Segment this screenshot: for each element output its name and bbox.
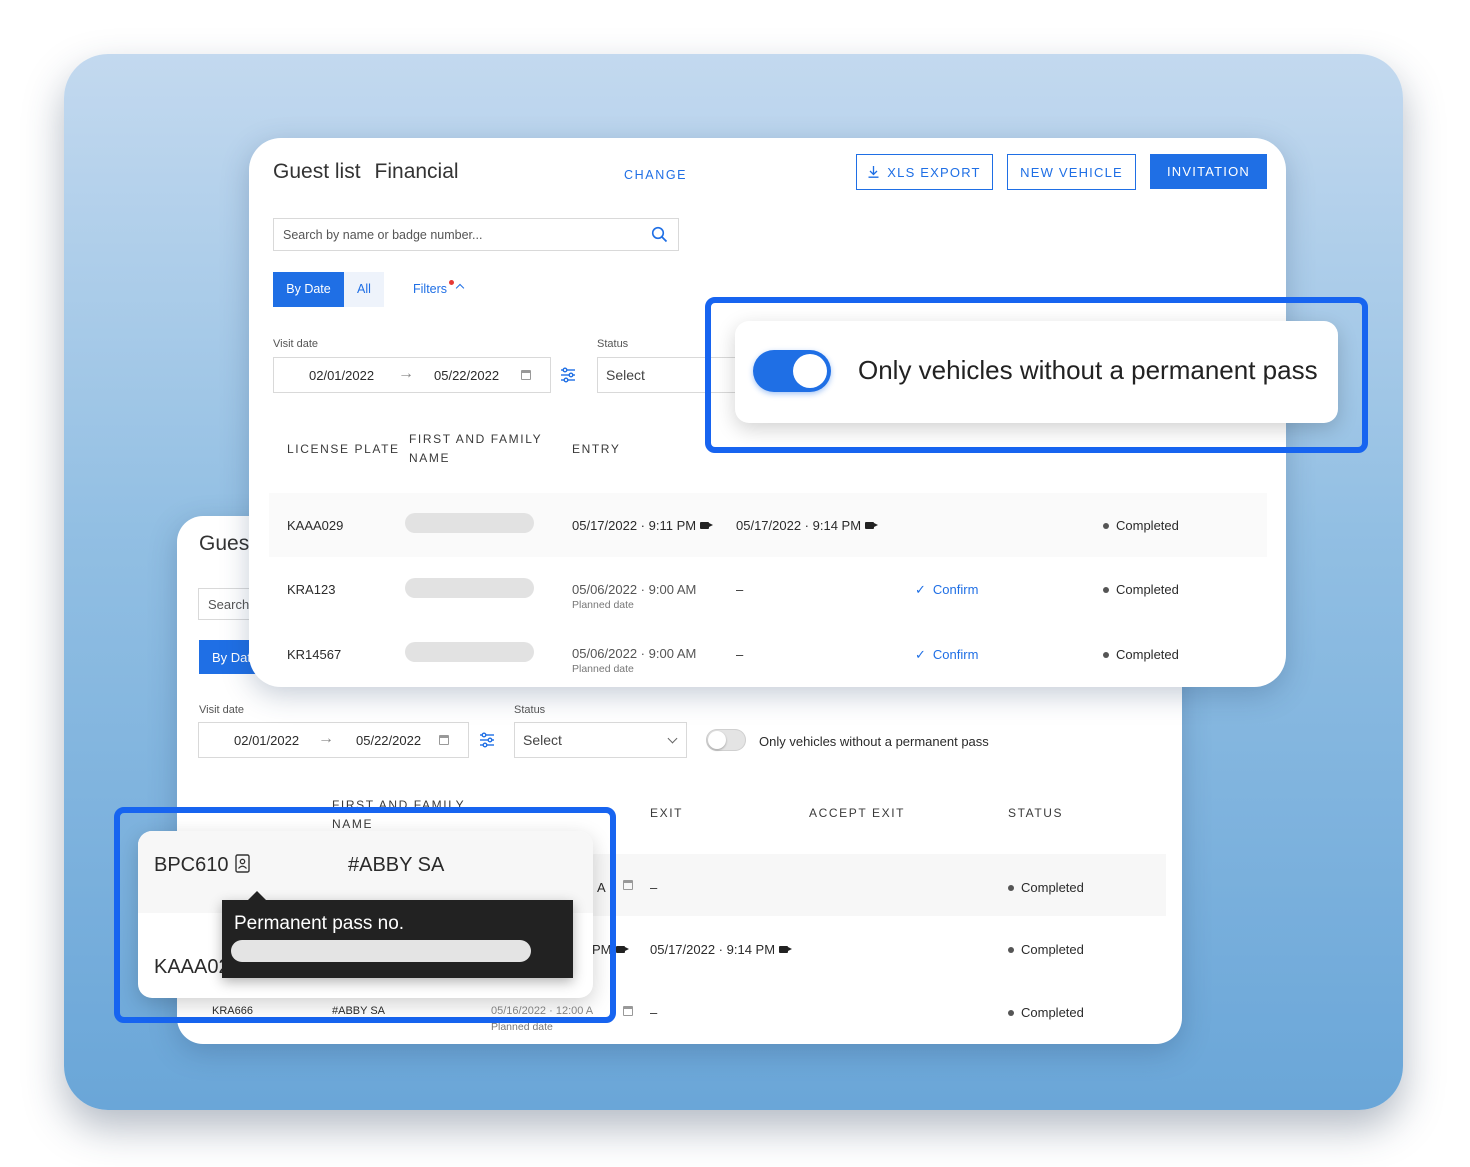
col-header-accept-exit: ACCEPT EXIT <box>809 806 906 820</box>
confirm-link[interactable]: ✓ Confirm <box>915 582 978 598</box>
status-label: Status <box>597 338 629 350</box>
confirm-link[interactable]: ✓ Confirm <box>915 647 978 663</box>
permanent-pass-toggle-on[interactable] <box>753 350 831 392</box>
pass-number-redacted <box>231 940 531 962</box>
tab-all[interactable]: All <box>344 272 384 307</box>
new-vehicle-button[interactable]: NEW VEHICLE <box>1007 154 1136 190</box>
status-badge: Completed <box>1008 880 1084 895</box>
entry-value: 05/17/2022 · 9:11 PM <box>572 518 714 533</box>
xls-export-button[interactable]: XLS EXPORT <box>856 154 993 190</box>
toggle-label: Only vehicles without a permanent pass <box>759 734 989 749</box>
filter-settings-icon[interactable] <box>560 367 576 383</box>
status-label: Status <box>514 704 546 716</box>
invitation-button[interactable]: INVITATION <box>1150 154 1267 189</box>
col-header-entry: ENTRY <box>572 442 621 456</box>
chevron-down-icon <box>667 733 678 744</box>
plate-value: KRA123 <box>287 582 336 597</box>
permanent-pass-toggle-off[interactable] <box>706 729 746 751</box>
chevron-up-icon <box>455 283 465 293</box>
entry-sub: Planned date <box>572 663 634 675</box>
status-badge: Completed <box>1103 647 1179 662</box>
calendar-icon[interactable] <box>439 735 449 745</box>
camera-icon <box>615 946 629 954</box>
plate-value: BPC610 <box>154 854 229 876</box>
download-icon <box>868 166 879 178</box>
status-badge: Completed <box>1103 582 1179 597</box>
visit-date-label: Visit date <box>199 704 245 716</box>
visit-date-label: Visit date <box>273 338 319 350</box>
camera-icon <box>865 522 879 530</box>
visit-date-range[interactable]: 02/01/2022 → 05/22/2022 <box>273 357 551 393</box>
filter-settings-icon[interactable] <box>479 732 495 748</box>
filters-toggle[interactable]: Filters <box>413 280 465 296</box>
exit-value: – <box>736 647 744 662</box>
background-stage: Gues Search By Dat Visit date 02/01/2022… <box>64 54 1403 1110</box>
check-icon: ✓ <box>915 582 926 597</box>
tooltip-title: Permanent pass no. <box>234 913 405 934</box>
page-title: Guest list Financial <box>273 160 459 183</box>
exit-value: – <box>650 880 658 895</box>
date-from: 02/01/2022 <box>309 368 375 383</box>
status-badge: Completed <box>1008 1005 1084 1020</box>
arrow-right-icon: → <box>398 365 414 382</box>
exit-value: 05/17/2022 · 9:14 PM <box>650 942 793 957</box>
calendar-icon[interactable] <box>521 370 531 380</box>
entry-value: 05/06/2022 · 9:00 AM <box>572 582 697 597</box>
plate-value: KAAA029 <box>287 518 344 533</box>
notification-dot <box>449 280 455 285</box>
plate-value: KR14567 <box>287 647 342 662</box>
exit-value: – <box>650 1005 658 1020</box>
status-badge: Completed <box>1103 518 1179 533</box>
col-header-license-plate: LICENSE PLATE <box>287 442 400 456</box>
arrow-right-icon: → <box>318 730 334 747</box>
plate-value: KAAA02 <box>154 956 230 978</box>
entry-value: 05/06/2022 · 9:00 AM <box>572 646 697 661</box>
permanent-pass-tooltip: Permanent pass no. <box>222 891 573 978</box>
toggle-callout: Only vehicles without a permanent pass <box>735 321 1338 423</box>
col-header-status: STATUS <box>1008 806 1064 820</box>
exit-value: – <box>736 582 744 597</box>
status-badge: Completed <box>1008 942 1084 957</box>
camera-icon <box>700 522 714 530</box>
entry-sub: Planned date <box>572 599 634 611</box>
badge-id-icon[interactable] <box>235 854 250 873</box>
date-from: 02/01/2022 <box>234 733 300 748</box>
name-redacted <box>405 513 534 533</box>
camera-icon <box>779 946 793 954</box>
date-to: 05/22/2022 <box>434 368 500 383</box>
calendar-icon <box>623 1006 633 1016</box>
date-to: 05/22/2022 <box>356 733 422 748</box>
tab-by-date[interactable]: By Date <box>273 272 344 307</box>
status-select[interactable]: Select <box>514 722 687 758</box>
col-header-name: FIRST AND FAMILY NAME <box>409 432 543 465</box>
toggle-label: Only vehicles without a permanent pass <box>858 355 1318 385</box>
calendar-icon <box>623 880 633 890</box>
change-link[interactable]: CHANGE <box>624 168 687 182</box>
name-value: #ABBY SA <box>348 854 445 876</box>
name-redacted <box>405 578 534 598</box>
search-input[interactable]: Search by name or badge number... <box>273 218 679 251</box>
col-header-exit: EXIT <box>650 806 684 820</box>
search-icon[interactable] <box>651 226 668 243</box>
check-icon: ✓ <box>915 647 926 662</box>
page-title: Gues <box>199 532 250 555</box>
visit-date-range[interactable]: 02/01/2022 → 05/22/2022 <box>198 722 469 758</box>
exit-value: 05/17/2022 · 9:14 PM <box>736 518 879 533</box>
name-redacted <box>405 642 534 662</box>
org-name: Financial <box>374 160 459 183</box>
